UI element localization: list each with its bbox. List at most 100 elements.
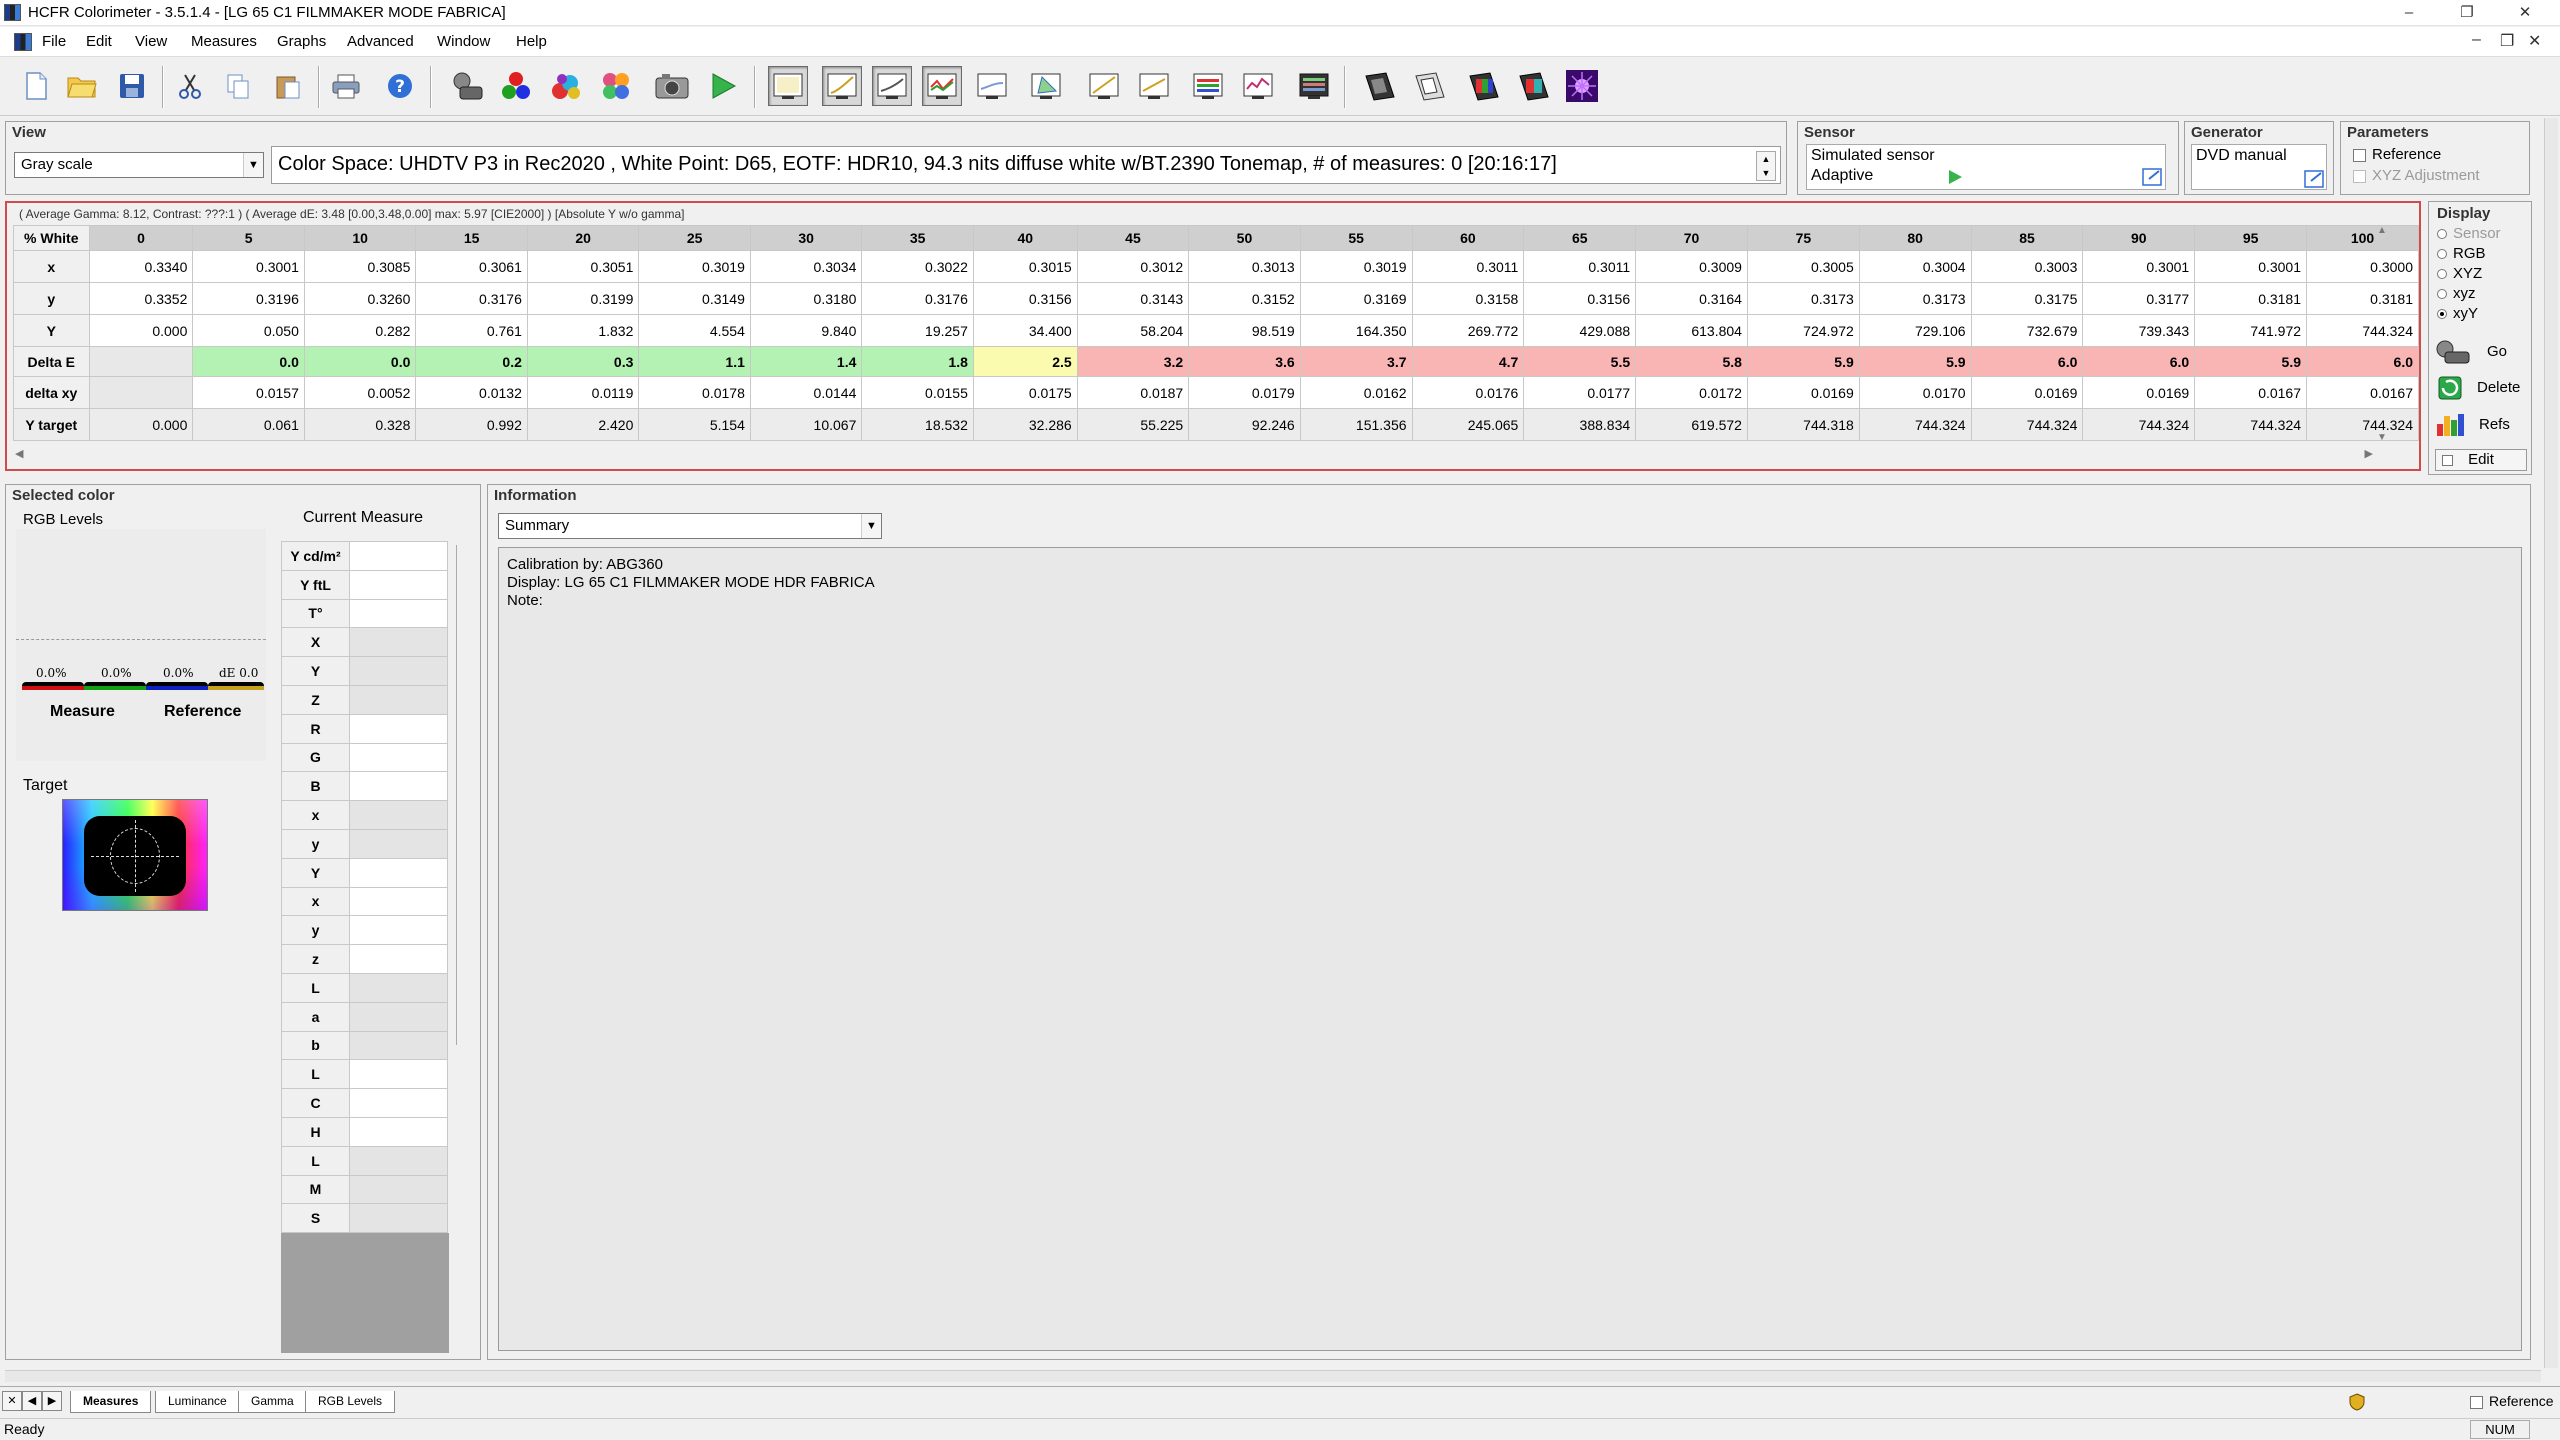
go-button[interactable]: Go	[2433, 336, 2529, 366]
mdi-restore-button[interactable]: ❐	[2500, 31, 2514, 51]
table-cell[interactable]: 1.1	[638, 346, 751, 377]
table-cell[interactable]: 0.0179	[1188, 376, 1301, 409]
menu-view[interactable]: View	[135, 33, 167, 50]
table-cell[interactable]: 1.832	[526, 314, 640, 347]
table-cell[interactable]: 0.000	[88, 408, 194, 441]
column-header[interactable]: 70	[1635, 225, 1748, 251]
table-cell[interactable]: 0.3011	[1523, 250, 1637, 283]
measure-row-value[interactable]	[349, 598, 448, 629]
reference-checkbox[interactable]: Reference	[2353, 146, 2441, 163]
table-cell[interactable]: 269.772	[1411, 314, 1525, 347]
tab-measures[interactable]: Measures	[70, 1391, 152, 1413]
table-cell[interactable]: 164.350	[1299, 314, 1413, 347]
information-text-area[interactable]: Calibration by: ABG360 Display: LG 65 C1…	[498, 547, 2522, 1351]
measure-row-value[interactable]	[349, 972, 448, 1003]
column-header[interactable]: 55	[1299, 225, 1413, 251]
grid-horizontal-scrollbar[interactable]: ◀ ▶	[13, 447, 2375, 463]
table-cell[interactable]: 6.0	[2306, 346, 2419, 377]
table-cell[interactable]: 0.3019	[1299, 250, 1413, 283]
table-cell[interactable]: 5.9	[1746, 346, 1860, 377]
radio-icon[interactable]	[2437, 249, 2447, 260]
table-cell[interactable]: 5.9	[2194, 346, 2308, 377]
near-black-view-icon[interactable]	[1084, 66, 1124, 106]
near-white-view-icon[interactable]	[1134, 66, 1174, 106]
table-cell[interactable]: 1.4	[749, 346, 863, 377]
table-cell[interactable]: 3.6	[1188, 346, 1301, 377]
table-cell[interactable]: 0.0052	[303, 376, 417, 409]
colorspace-spin-button[interactable]: ▲ ▼	[1756, 151, 1776, 181]
purple-burst-icon[interactable]	[1562, 66, 1602, 106]
sensor-icon[interactable]	[446, 66, 486, 106]
generator-info-box[interactable]: DVD manual	[2191, 144, 2327, 190]
table-cell[interactable]: 0.0157	[192, 376, 305, 409]
table-cell[interactable]: 0.0	[192, 346, 305, 377]
table-cell[interactable]: 98.519	[1188, 314, 1301, 347]
table-cell[interactable]: 0.3061	[415, 250, 528, 283]
table-cell[interactable]: 0.0177	[1523, 376, 1637, 409]
table-cell[interactable]: 0.0169	[1970, 376, 2084, 409]
table-cell[interactable]: 0.3173	[1858, 282, 1972, 315]
table-cell[interactable]: 58.204	[1076, 314, 1190, 347]
color-temp-view-icon[interactable]	[972, 66, 1012, 106]
checkbox-icon[interactable]	[2353, 169, 2366, 183]
table-cell[interactable]: 744.324	[2082, 408, 2196, 441]
table-cell[interactable]: 0.3152	[1188, 282, 1301, 315]
measure-row-value[interactable]	[349, 828, 448, 859]
color-pattern-icon[interactable]	[546, 66, 586, 106]
measures-combo-icon[interactable]	[1294, 66, 1334, 106]
measure-row-value[interactable]	[349, 1174, 448, 1205]
gamma-view-icon[interactable]	[822, 66, 862, 106]
measure-row-value[interactable]	[349, 713, 448, 744]
table-cell[interactable]: 0.0176	[1411, 376, 1525, 409]
table-cell[interactable]: 6.0	[1970, 346, 2084, 377]
table-cell[interactable]: 0.0119	[526, 376, 640, 409]
restore-button[interactable]: ❐	[2438, 0, 2496, 26]
tab-prev-icon[interactable]: ◀	[22, 1391, 42, 1411]
table-cell[interactable]: 5.5	[1523, 346, 1637, 377]
table-cell[interactable]: 744.324	[1858, 408, 1972, 441]
tab-close-icon[interactable]: ✕	[2, 1391, 22, 1411]
table-cell[interactable]: 0.3177	[2082, 282, 2196, 315]
film-icon-2[interactable]	[1410, 66, 1450, 106]
table-cell[interactable]: 3.2	[1076, 346, 1190, 377]
column-header[interactable]: 50	[1188, 225, 1301, 251]
table-cell[interactable]: 724.972	[1746, 314, 1860, 347]
table-cell[interactable]: 0.0187	[1076, 376, 1190, 409]
menu-measures[interactable]: Measures	[191, 33, 257, 50]
gray-scale-view-icon[interactable]	[768, 66, 808, 106]
saturation-shift-view-icon[interactable]	[1238, 66, 1278, 106]
column-header[interactable]: 100	[2306, 225, 2419, 251]
table-cell[interactable]: 0.3180	[749, 282, 863, 315]
table-cell[interactable]: 0.328	[303, 408, 417, 441]
table-cell[interactable]: 0.3034	[749, 250, 863, 283]
table-cell[interactable]: 0.0155	[861, 376, 974, 409]
table-cell[interactable]: 151.356	[1299, 408, 1413, 441]
edit-button[interactable]: Edit	[2435, 449, 2527, 471]
table-cell[interactable]: 4.554	[638, 314, 751, 347]
table-cell[interactable]: 0.3001	[192, 250, 305, 283]
table-cell[interactable]: 0.3156	[972, 282, 1078, 315]
menu-window[interactable]: Window	[437, 33, 490, 50]
chevron-down-icon[interactable]: ▼	[243, 153, 263, 177]
sensor-config-icon[interactable]	[2142, 167, 2164, 191]
grid-vertical-scrollbar[interactable]: ▲ ▼	[2374, 225, 2390, 443]
mdi-minimize-button[interactable]: –	[2472, 31, 2481, 49]
table-cell[interactable]: 0.3149	[638, 282, 751, 315]
cie-chart-view-icon[interactable]	[1026, 66, 1066, 106]
new-icon[interactable]	[16, 66, 56, 106]
table-cell[interactable]: 0.061	[192, 408, 305, 441]
display-option-rgb[interactable]: RGB	[2437, 245, 2486, 262]
table-cell[interactable]: 0.992	[415, 408, 528, 441]
scroll-left-icon[interactable]: ◀	[15, 447, 23, 460]
measure-row-value[interactable]	[349, 742, 448, 773]
table-cell[interactable]: 0.3011	[1411, 250, 1525, 283]
table-cell[interactable]: 0.3181	[2194, 282, 2308, 315]
luminance-view-icon[interactable]	[872, 66, 912, 106]
sensor-info-box[interactable]: Simulated sensor Adaptive	[1806, 144, 2166, 190]
measure-row-value[interactable]	[349, 1088, 448, 1118]
film-icon-4[interactable]	[1514, 66, 1554, 106]
view-type-select[interactable]: Gray scale ▼	[14, 152, 264, 178]
checkbox-icon[interactable]	[2470, 1395, 2483, 1409]
table-cell[interactable]: 0.3196	[192, 282, 305, 315]
table-cell[interactable]: 32.286	[972, 408, 1078, 441]
